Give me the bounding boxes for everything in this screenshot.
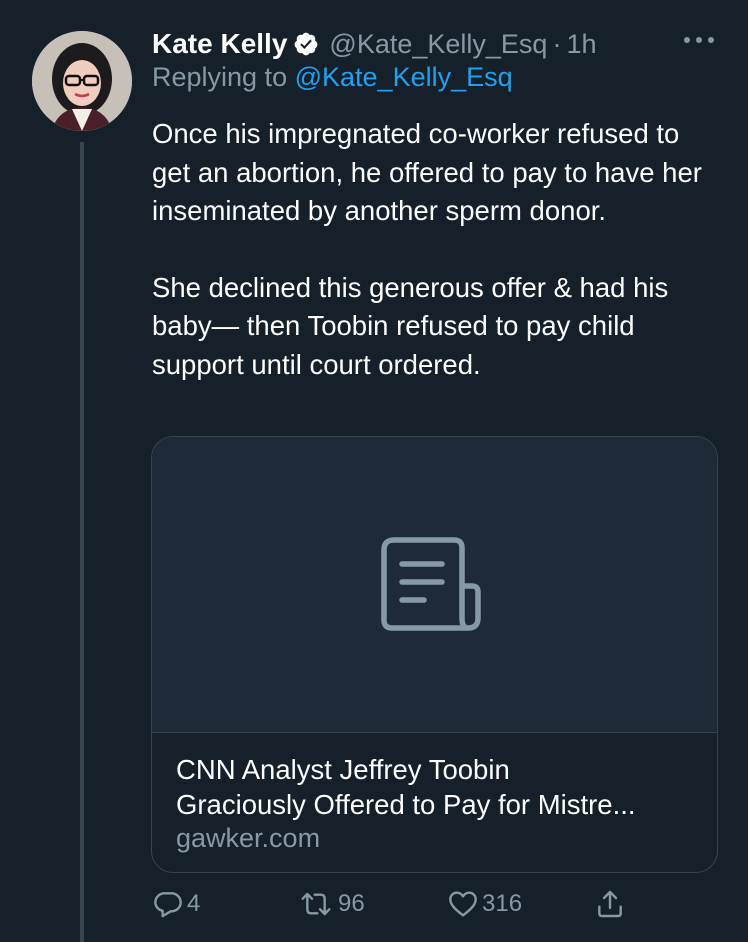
tweet-header: Kate Kelly @Kate_Kelly_Esq · 1h xyxy=(152,24,596,64)
tweet-text: Once his impregnated co-worker refused t… xyxy=(152,115,722,385)
replying-to: Replying to @Kate_Kelly_Esq xyxy=(152,62,513,93)
reply-icon xyxy=(154,892,182,918)
author-handle[interactable]: @Kate_Kelly_Esq xyxy=(329,29,547,60)
tweet-paragraph: Once his impregnated co-worker refused t… xyxy=(152,118,702,227)
reply-button[interactable]: 4 xyxy=(152,888,200,920)
share-button[interactable] xyxy=(594,888,629,920)
card-title: CNN Analyst Jeffrey Toobin Graciously Of… xyxy=(176,752,706,822)
replying-handle-link[interactable]: @Kate_Kelly_Esq xyxy=(295,62,513,92)
tweet-actions: 4 96 316 xyxy=(152,888,712,924)
card-domain: gawker.com xyxy=(176,823,321,853)
retweet-count: 96 xyxy=(338,890,365,917)
thread-line xyxy=(80,142,84,942)
more-options-icon[interactable] xyxy=(682,30,716,50)
avatar[interactable] xyxy=(32,31,132,131)
document-icon xyxy=(381,537,481,631)
card-title-line: CNN Analyst Jeffrey Toobin xyxy=(176,754,510,785)
tweet-paragraph: She declined this generous offer & had h… xyxy=(152,271,669,380)
heart-icon xyxy=(449,891,477,917)
share-icon xyxy=(598,890,622,918)
timestamp[interactable]: 1h xyxy=(566,29,596,60)
link-card[interactable]: CNN Analyst Jeffrey Toobin Graciously Of… xyxy=(151,436,718,873)
like-button[interactable]: 316 xyxy=(447,888,522,920)
verified-badge-icon xyxy=(295,32,318,56)
card-title-line: Graciously Offered to Pay for Mistre... xyxy=(176,789,636,820)
like-count: 316 xyxy=(482,890,523,917)
card-media xyxy=(152,437,717,733)
replying-label: Replying to xyxy=(152,62,288,92)
avatar-image xyxy=(32,31,132,131)
reply-count: 4 xyxy=(187,890,201,917)
author-name[interactable]: Kate Kelly xyxy=(152,28,287,60)
separator-dot: · xyxy=(552,28,562,59)
retweet-icon xyxy=(301,892,331,916)
retweet-button[interactable]: 96 xyxy=(297,888,365,920)
